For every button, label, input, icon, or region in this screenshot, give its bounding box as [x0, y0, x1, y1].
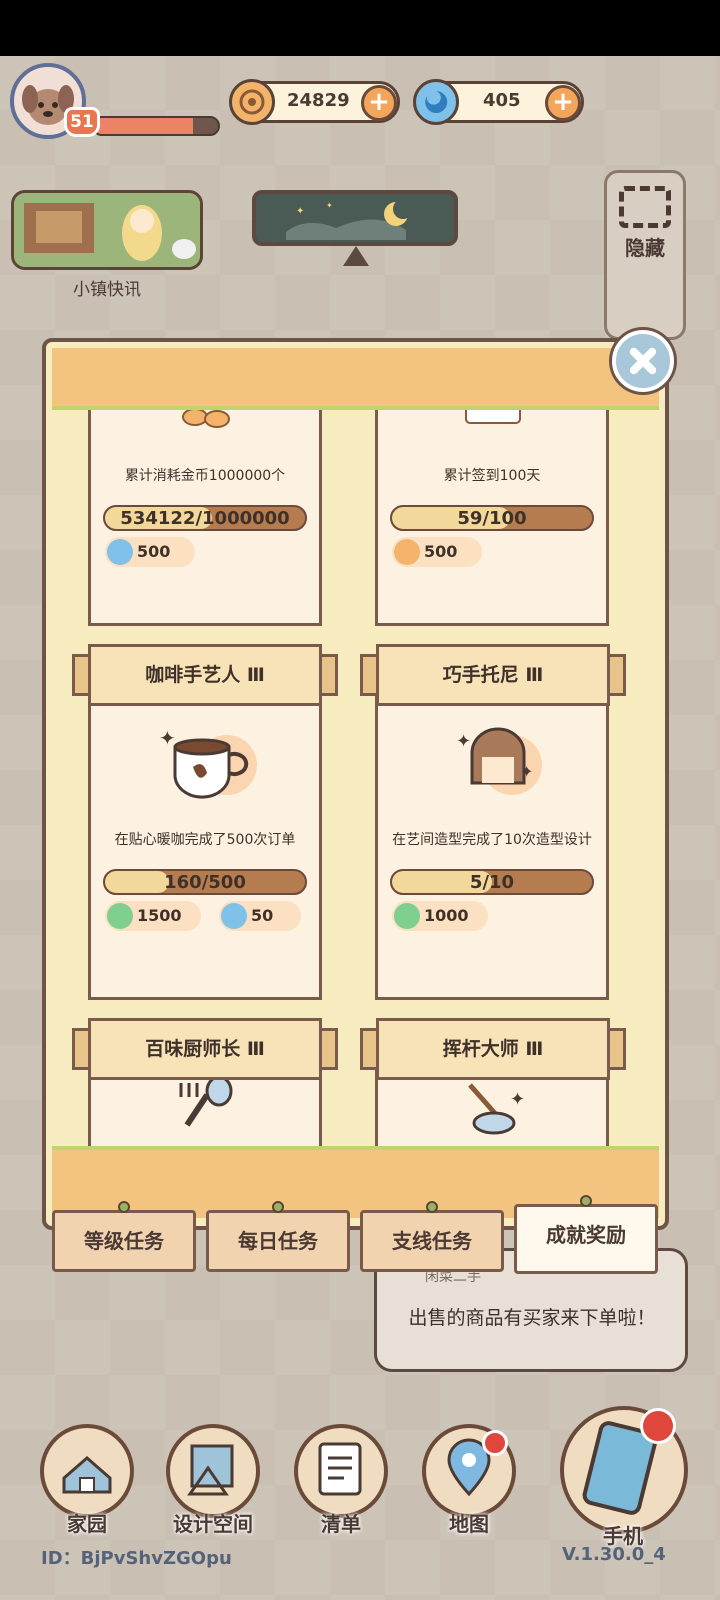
achievement-title: 咖啡手艺人 Ⅲ: [145, 664, 265, 686]
golf-icon: ✦: [468, 1083, 525, 1135]
achievement-banner: 挥杆大师 Ⅲ: [360, 1018, 626, 1080]
gem-icon: [413, 79, 459, 125]
checklist-icon: [318, 1442, 362, 1496]
reward-clovers: 1000: [392, 901, 488, 931]
house-icon: [62, 1456, 112, 1494]
map-notification-dot: [482, 1430, 508, 1456]
checklist-label: 清单: [321, 1512, 361, 1536]
achievement-description: 累计消耗金币1000000个: [124, 468, 286, 484]
achievement-title: 巧手托尼 Ⅲ: [442, 664, 544, 686]
achievement-progress: 5/10: [390, 869, 594, 895]
achievement-progress: 160/500: [103, 869, 307, 895]
progress-text: 59/100: [457, 508, 527, 529]
achievement-title: 挥杆大师 Ⅲ: [442, 1038, 544, 1060]
coin-amount: 24829: [287, 90, 350, 111]
achievement-description: 累计签到100天: [443, 468, 541, 484]
level-badge: 51: [64, 107, 100, 137]
achievement-banner: 咖啡手艺人 Ⅲ: [72, 644, 338, 706]
tab-daily-tasks[interactable]: 每日任务: [206, 1201, 350, 1272]
version-label: V.1.30.0_4: [562, 1544, 666, 1565]
gem-counter: 405 +: [413, 79, 584, 125]
achievement-description: 在贴心暖咖完成了500次订单: [114, 832, 296, 848]
progress-text: 534122/1000000: [120, 508, 290, 529]
clover-icon: [107, 903, 133, 929]
coin-icon: [394, 539, 420, 565]
player-id: ID：BjPvShvZGOpu: [41, 1548, 232, 1569]
town-news-image: [14, 193, 200, 267]
blueprint-icon: [187, 1444, 234, 1496]
gem-icon: [107, 539, 133, 565]
design-space-button[interactable]: [166, 1424, 260, 1518]
svg-text:✦: ✦: [520, 762, 533, 781]
panel-header: [52, 348, 659, 410]
calendar-icon: [465, 410, 521, 424]
achievement-title: 百味厨师长 Ⅲ: [145, 1038, 265, 1060]
close-icon[interactable]: [612, 330, 674, 392]
coffee-cup-icon: ✦: [159, 726, 257, 799]
achievement-card: 累计签到100天 59/100 500: [375, 410, 609, 626]
reward-gems: 50: [219, 901, 301, 931]
status-bar: [0, 0, 720, 56]
map-label: 地图: [449, 1512, 489, 1536]
time-indicator-arrow: [343, 246, 369, 266]
coins-stack-icon: [182, 410, 230, 428]
moon-icon: ✦ ✦: [286, 199, 413, 240]
achievement-banner: 百味厨师长 Ⅲ: [72, 1018, 338, 1080]
tab-achievements[interactable]: 成就奖励: [514, 1195, 658, 1274]
town-news-label: 小镇快讯: [73, 280, 141, 300]
reward-clovers: 1500: [105, 901, 201, 931]
utensils-icon: [179, 1075, 233, 1127]
progress-text: 160/500: [164, 872, 246, 893]
svg-text:✦: ✦: [159, 726, 176, 750]
svg-text:✦: ✦: [510, 1089, 525, 1110]
achievement-progress: 534122/1000000: [103, 505, 307, 531]
progress-text: 5/10: [469, 872, 515, 893]
achievement-card: 累计消耗金币1000000个 534122/1000000 500: [88, 410, 322, 626]
clover-icon: [394, 903, 420, 929]
achievement-card: ✦ ✦ 在艺间造型完成了10次造型设计 5/10 1000: [375, 690, 609, 1000]
tab-level-tasks[interactable]: 等级任务: [52, 1201, 196, 1272]
hide-ui-label: 隐藏: [625, 236, 665, 260]
reward-coins: 500: [392, 537, 482, 567]
notification-message: 出售的商品有买家来下单啦！: [408, 1307, 656, 1329]
achievement-banner: 巧手托尼 Ⅲ: [360, 644, 626, 706]
svg-text:✦: ✦: [326, 201, 333, 210]
svg-text:✦: ✦: [456, 731, 471, 752]
home-button[interactable]: [40, 1424, 134, 1518]
town-news-thumbnail[interactable]: [11, 190, 203, 270]
add-gems-button[interactable]: +: [545, 85, 581, 121]
reward-gems: 500: [105, 537, 195, 567]
gem-amount: 405: [483, 90, 521, 111]
achievement-progress: 59/100: [390, 505, 594, 531]
hairstyle-icon: ✦ ✦: [456, 727, 542, 795]
checklist-button[interactable]: [294, 1424, 388, 1518]
gem-icon: [221, 903, 247, 929]
tab-side-tasks[interactable]: 支线任务: [360, 1201, 504, 1272]
day-night-panel: ✦ ✦: [252, 190, 458, 246]
achievement-card: ✦ 在贴心暖咖完成了500次订单 160/500 1500 50: [88, 690, 322, 1000]
achievement-description: 在艺间造型完成了10次造型设计: [392, 832, 592, 848]
phone-notification-dot: [640, 1408, 676, 1444]
add-coins-button[interactable]: +: [361, 85, 397, 121]
experience-bar: [92, 116, 220, 136]
hide-ui-icon[interactable]: [619, 186, 671, 228]
home-label: 家园: [67, 1512, 107, 1536]
achievement-list[interactable]: 累计消耗金币1000000个 534122/1000000 500 累计签到10…: [52, 410, 659, 1146]
svg-text:✦: ✦: [296, 206, 304, 217]
design-space-label: 设计空间: [173, 1512, 253, 1536]
coin-counter: 24829 +: [229, 79, 400, 125]
coin-icon: [229, 79, 275, 125]
